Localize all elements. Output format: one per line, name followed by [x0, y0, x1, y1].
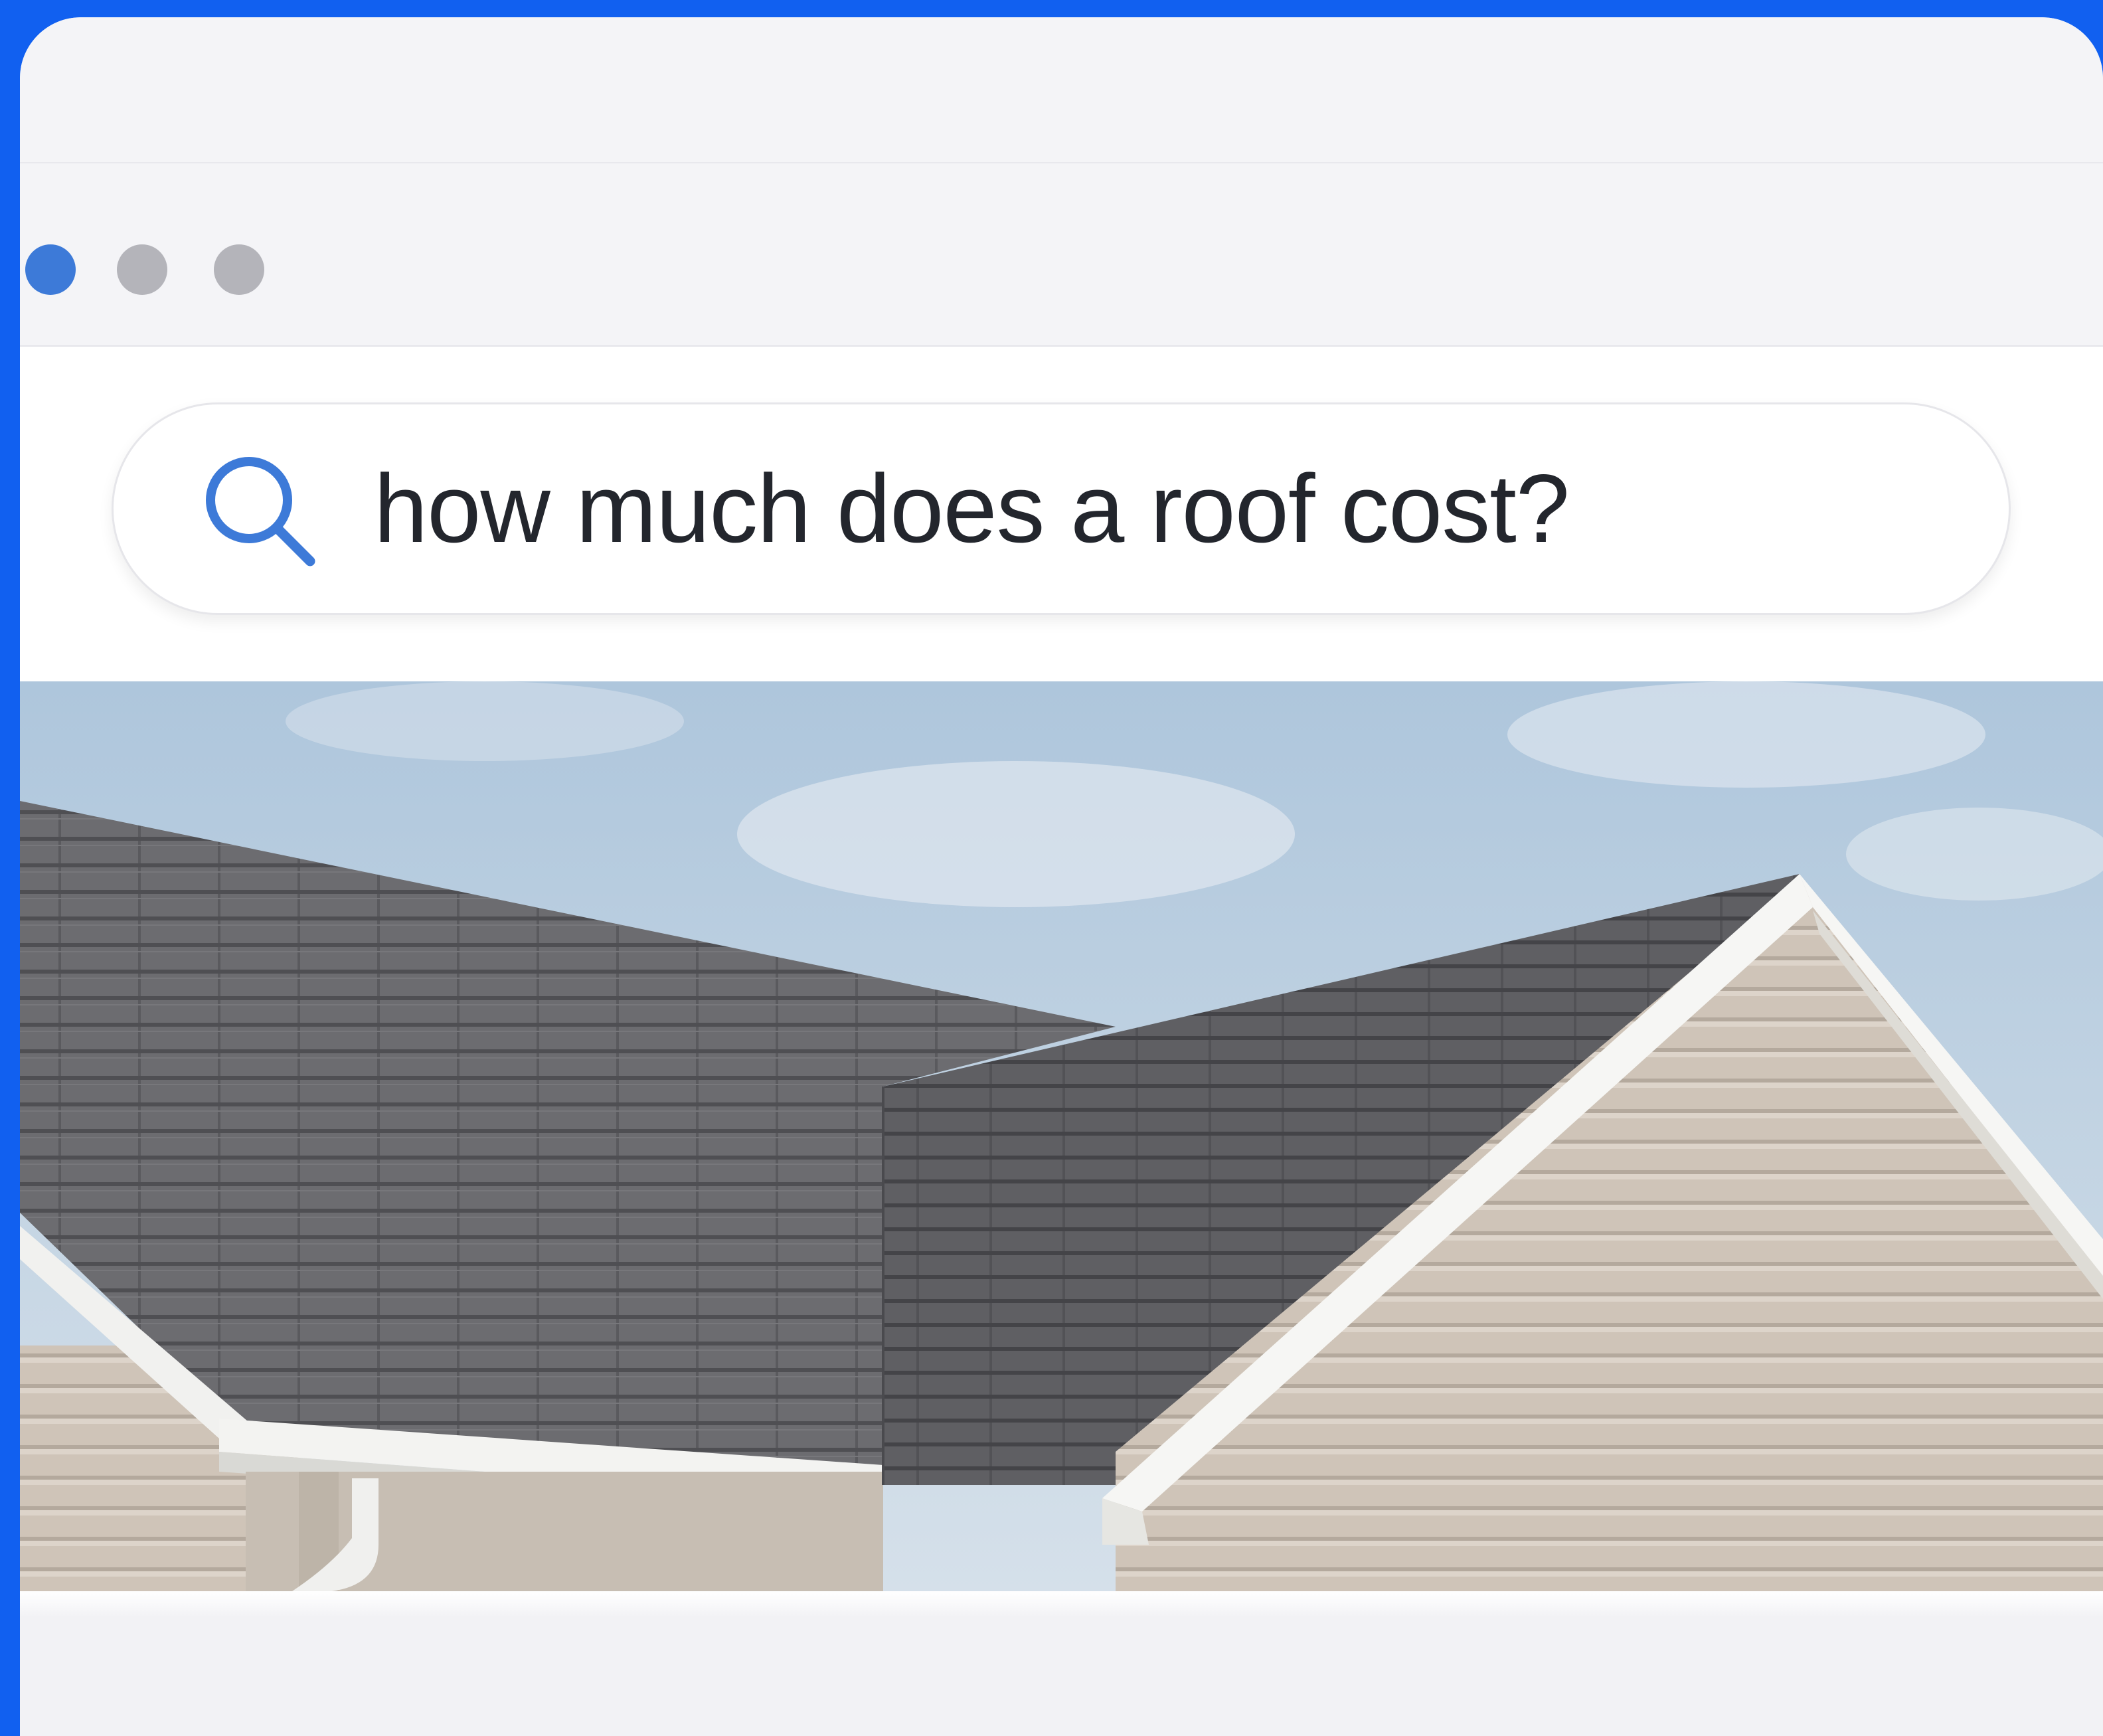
window-control-dot[interactable]: [117, 244, 167, 295]
house-roof-illustration: [20, 681, 2103, 1591]
search-bar[interactable]: how much does a roof cost?: [112, 402, 2011, 615]
window-control-dot-active[interactable]: [25, 244, 76, 295]
browser-window: how much does a roof cost?: [20, 17, 2103, 1736]
search-input[interactable]: how much does a roof cost?: [374, 404, 1570, 613]
window-control-dot[interactable]: [214, 244, 264, 295]
window-controls: [20, 17, 352, 347]
house-roof-photo: [20, 681, 2103, 1591]
bottom-fade: [20, 1591, 2103, 1618]
page-content: how much does a roof cost?: [20, 347, 2103, 1736]
search-icon: [206, 457, 315, 566]
window-titlebar: [20, 17, 2103, 347]
page-bottom-area: [20, 1591, 2103, 1736]
